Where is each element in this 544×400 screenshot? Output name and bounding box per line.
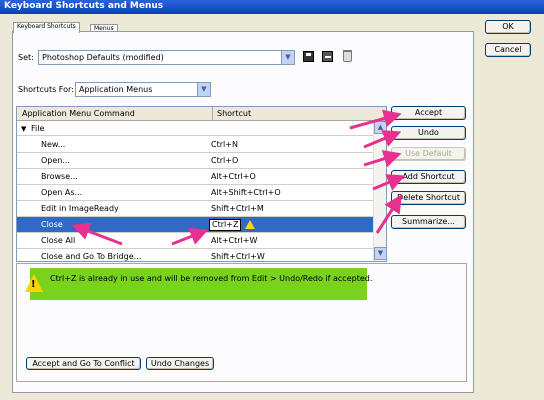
window-title: Keyboard Shortcuts and Menus [0,0,544,14]
add-shortcut-button[interactable]: Add Shortcut [391,170,466,184]
cancel-button[interactable]: Cancel [485,43,531,57]
column-header-command[interactable]: Application Menu Command [22,107,135,121]
save-set-icon[interactable] [303,51,314,62]
accept-and-go-to-conflict-button[interactable]: Accept and Go To Conflict [26,357,141,370]
delete-shortcut-button[interactable]: Delete Shortcut [391,191,466,205]
table-row[interactable]: Edit in ImageReady Shift+Ctrl+M [17,201,374,217]
set-label: Set: [18,53,34,62]
ok-button[interactable]: OK [485,20,531,34]
row-shortcut: Shift+Ctrl+M [211,204,264,213]
set-select-value: Photoshop Defaults (modified) [42,53,164,62]
scroll-up-icon[interactable]: ▲ [374,121,386,134]
row-command: Close [41,220,63,229]
column-header-shortcut[interactable]: Shortcut [217,107,251,121]
table-row[interactable]: Browse... Alt+Ctrl+O [17,169,374,185]
set-select[interactable]: Photoshop Defaults (modified) ▼ [38,50,295,65]
shortcuts-for-label: Shortcuts For: [18,85,74,94]
column-divider[interactable] [212,107,213,121]
table-row[interactable]: Close and Go To Bridge... Shift+Ctrl+W [17,249,374,261]
chevron-down-icon: ▼ [197,83,210,96]
table-row[interactable]: Close All Alt+Ctrl+W [17,233,374,249]
table-row[interactable]: New... Ctrl+N [17,137,374,153]
row-shortcut: Ctrl+O [211,156,239,165]
row-shortcut: Alt+Ctrl+O [211,172,256,181]
undo-changes-button[interactable]: Undo Changes [146,357,214,370]
warning-icon-mark: ! [31,279,36,290]
conflict-message: Ctrl+Z is already in use and will be rem… [50,274,373,283]
triangle-down-icon[interactable]: ▼ [21,122,26,136]
row-command: Close All [41,236,76,245]
vertical-scrollbar[interactable]: ▲ ▼ [373,121,386,261]
row-shortcut: Shift+Ctrl+W [211,252,265,261]
table-row[interactable]: Open... Ctrl+O [17,153,374,169]
row-shortcut: Ctrl+N [211,140,238,149]
row-command: New... [41,140,66,149]
table-row[interactable]: Open As... Alt+Shift+Ctrl+O [17,185,374,201]
use-default-button[interactable]: Use Default [391,147,466,161]
group-row-file[interactable]: ▼ File [17,122,374,136]
row-command: Open As... [41,188,83,197]
row-shortcut: Alt+Ctrl+W [211,236,258,245]
shortcuts-for-select[interactable]: Application Menus ▼ [75,82,211,97]
chevron-down-icon: ▼ [281,51,294,64]
row-command: Close and Go To Bridge... [41,252,142,261]
tab-keyboard-shortcuts[interactable]: Keyboard Shortcuts [13,22,80,33]
summarize-button[interactable]: Summarize... [391,215,466,229]
table-header: Application Menu Command Shortcut [17,107,386,121]
scroll-down-icon[interactable]: ▼ [374,247,386,260]
accept-button[interactable]: Accept [391,106,466,120]
row-command: Browse... [41,172,78,181]
shortcuts-for-value: Application Menus [79,85,153,94]
group-label: File [31,124,45,133]
delete-set-icon[interactable] [343,50,352,62]
row-command: Edit in ImageReady [41,204,119,213]
row-shortcut: Alt+Shift+Ctrl+O [211,188,281,197]
shortcut-edit-field[interactable]: Ctrl+Z [209,219,242,231]
table-row-selected[interactable]: Close Ctrl+Z [17,217,374,233]
row-command: Open... [41,156,70,165]
undo-button[interactable]: Undo [391,126,466,140]
shortcuts-table: Application Menu Command Shortcut ▼ File… [16,106,387,262]
save-set-as-icon[interactable] [322,51,333,62]
warning-icon [245,220,255,229]
